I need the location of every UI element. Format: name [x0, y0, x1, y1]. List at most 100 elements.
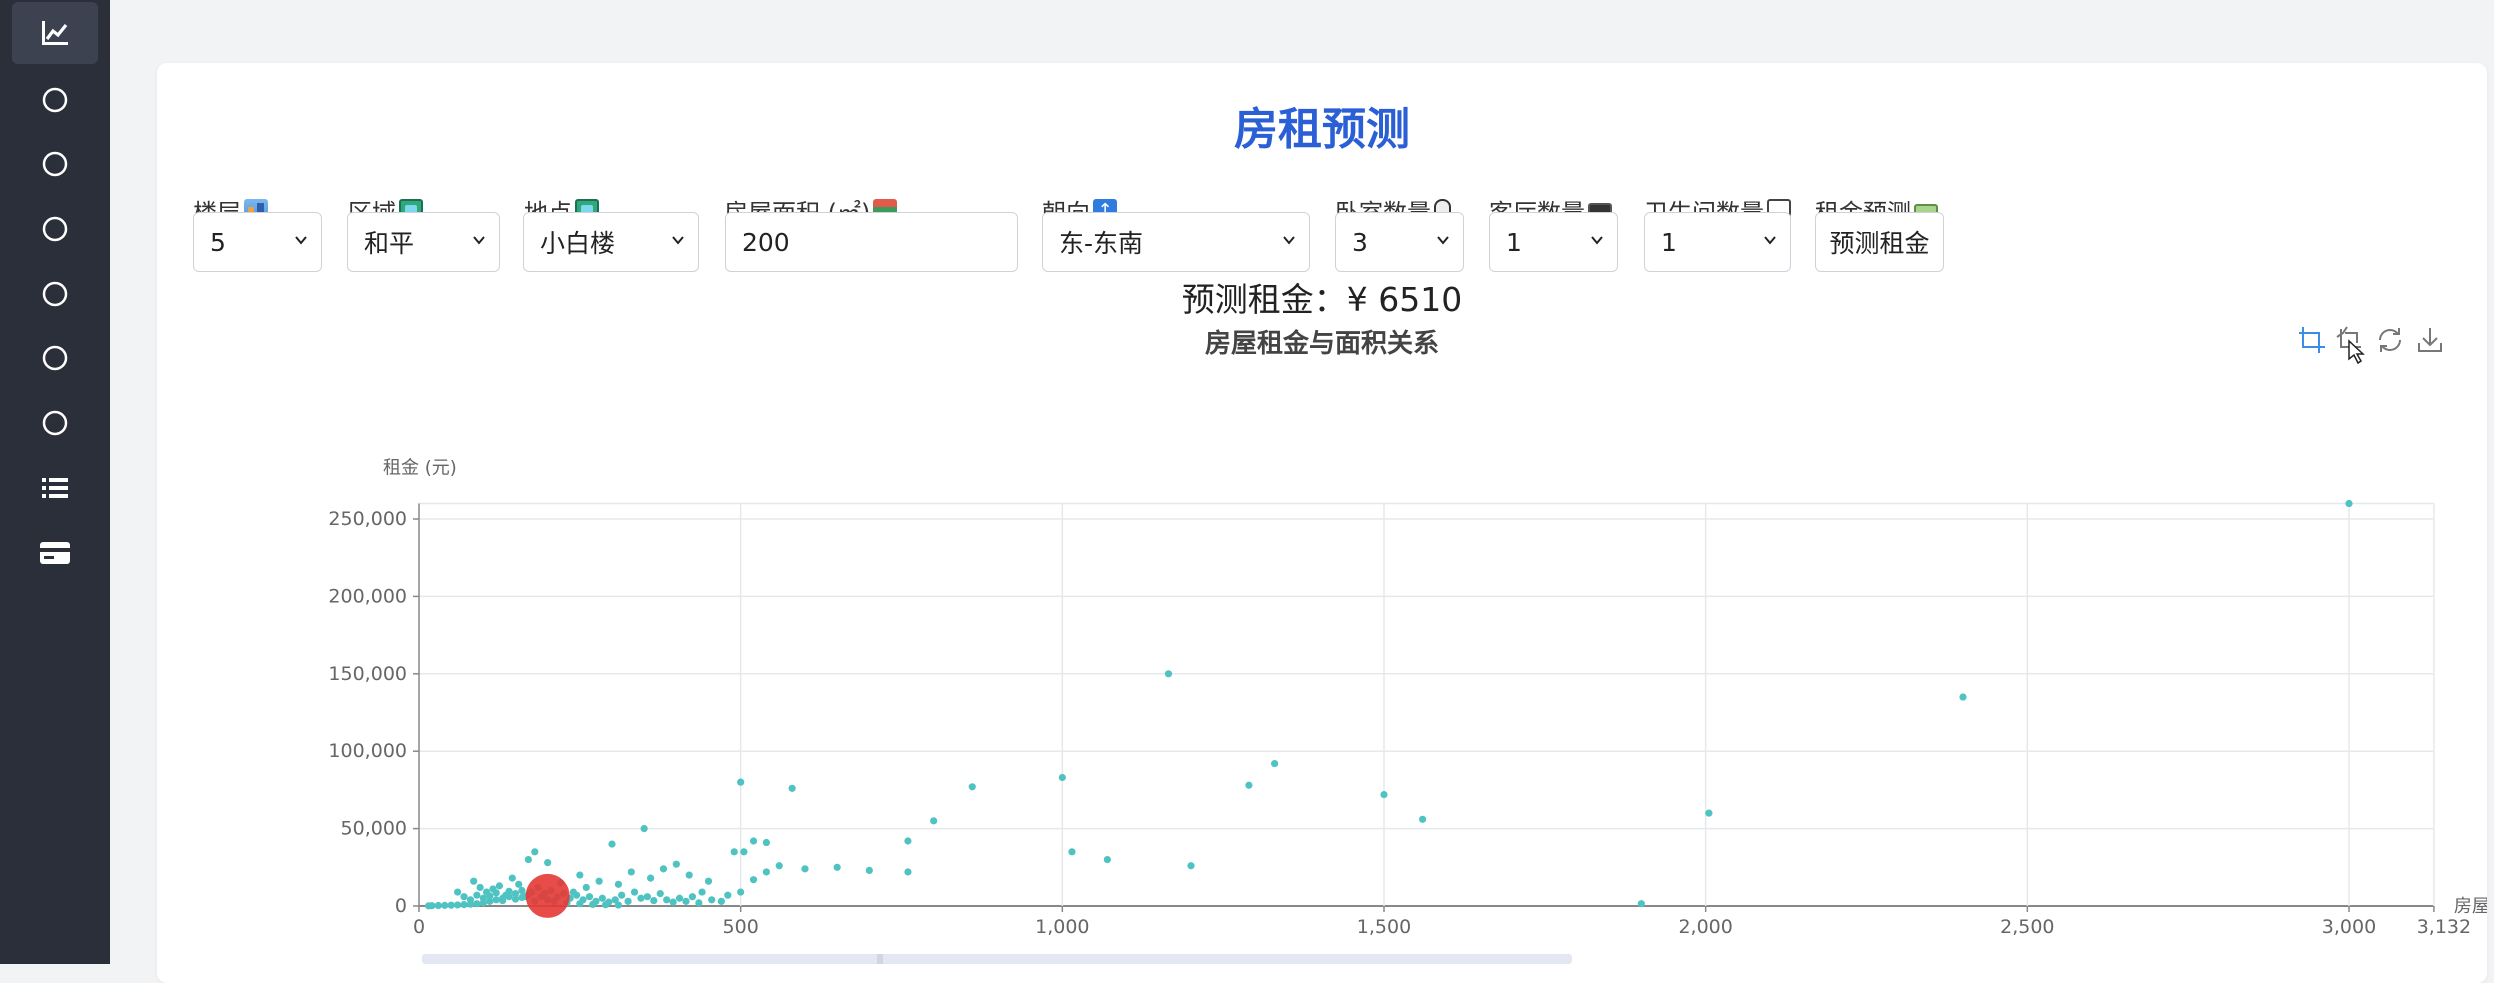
data-point[interactable] [724, 891, 732, 899]
data-point[interactable] [518, 893, 526, 902]
data-point[interactable] [630, 888, 639, 896]
data-point[interactable] [492, 896, 500, 904]
data-point[interactable] [675, 894, 684, 902]
data-point[interactable] [1271, 759, 1279, 768]
data-point[interactable] [479, 894, 487, 902]
data-point[interactable] [425, 902, 433, 910]
sidebar-item-6[interactable] [12, 327, 98, 389]
data-point[interactable] [672, 860, 680, 868]
data-point[interactable] [614, 901, 623, 909]
data-point[interactable] [441, 901, 449, 909]
data-point[interactable] [640, 825, 648, 833]
data-point[interactable] [524, 855, 532, 864]
data-point[interactable] [618, 891, 626, 899]
sidebar-item-chart[interactable] [12, 2, 98, 64]
data-point[interactable] [476, 883, 484, 892]
data-point[interactable] [659, 865, 668, 873]
predicted-point[interactable] [525, 873, 570, 918]
data-point[interactable] [470, 877, 478, 885]
data-point[interactable] [473, 891, 481, 899]
data-point[interactable] [749, 876, 758, 884]
data-point[interactable] [1419, 815, 1427, 823]
data-point[interactable] [1187, 862, 1195, 870]
data-point[interactable] [788, 784, 796, 792]
sidebar-item-7[interactable] [12, 392, 98, 454]
sidebar-item-4[interactable] [12, 198, 98, 260]
data-point[interactable] [737, 888, 745, 896]
data-point[interactable] [585, 893, 594, 901]
datazoom-slider[interactable] [422, 954, 1572, 964]
data-point[interactable] [434, 901, 442, 910]
data-point[interactable] [730, 848, 738, 856]
data-point[interactable] [762, 868, 771, 876]
data-point[interactable] [685, 871, 693, 879]
data-point[interactable] [544, 859, 552, 867]
data-point[interactable] [495, 882, 504, 890]
data-point[interactable] [737, 778, 745, 786]
data-point[interactable] [1068, 848, 1076, 856]
data-point[interactable] [515, 880, 523, 888]
data-point[interactable] [1103, 855, 1111, 864]
data-point[interactable] [637, 894, 645, 902]
data-point[interactable] [601, 901, 610, 909]
data-point[interactable] [1705, 809, 1713, 817]
data-point[interactable] [647, 874, 655, 882]
data-point[interactable] [447, 901, 455, 909]
data-point[interactable] [740, 848, 748, 856]
data-point[interactable] [608, 840, 616, 848]
data-point[interactable] [531, 848, 539, 856]
data-point[interactable] [492, 889, 500, 897]
data-point[interactable] [968, 783, 976, 791]
data-point[interactable] [708, 896, 716, 904]
data-point[interactable] [627, 868, 635, 876]
data-point[interactable] [801, 865, 809, 873]
data-point[interactable] [749, 837, 758, 845]
data-point[interactable] [486, 892, 494, 900]
data-point[interactable] [688, 893, 697, 901]
data-point[interactable] [473, 900, 481, 908]
data-point[interactable] [573, 891, 581, 899]
data-point[interactable] [595, 877, 603, 885]
data-point[interactable] [466, 896, 475, 904]
data-point[interactable] [1058, 773, 1066, 782]
data-point[interactable] [1959, 693, 1967, 701]
data-point[interactable] [582, 883, 590, 892]
data-point[interactable] [505, 887, 513, 895]
data-point[interactable] [589, 900, 597, 909]
data-point[interactable] [624, 897, 632, 905]
data-point[interactable] [865, 866, 873, 874]
data-point[interactable] [614, 880, 623, 888]
data-point[interactable] [454, 888, 462, 896]
sidebar-item-3[interactable] [12, 133, 98, 195]
data-point[interactable] [650, 896, 658, 905]
data-point[interactable] [904, 837, 912, 845]
data-point[interactable] [454, 901, 462, 909]
data-point[interactable] [1637, 900, 1645, 908]
data-point[interactable] [598, 894, 606, 902]
data-point[interactable] [717, 897, 725, 905]
data-point[interactable] [576, 871, 584, 879]
data-point[interactable] [643, 893, 651, 901]
data-point[interactable] [656, 890, 664, 898]
data-point[interactable] [698, 888, 706, 896]
data-point[interactable] [669, 898, 677, 906]
data-point[interactable] [1380, 790, 1388, 799]
datazoom-handle[interactable] [877, 954, 883, 964]
data-point[interactable] [762, 838, 771, 847]
data-point[interactable] [1164, 670, 1173, 678]
data-point[interactable] [695, 899, 703, 907]
data-point[interactable] [460, 901, 468, 909]
sidebar-item-2[interactable] [12, 69, 98, 131]
data-point[interactable] [663, 896, 671, 904]
data-point[interactable] [704, 877, 713, 885]
sidebar-item-card[interactable] [12, 522, 98, 584]
data-point[interactable] [518, 886, 526, 895]
data-point[interactable] [508, 874, 516, 882]
data-point[interactable] [460, 893, 468, 901]
data-point[interactable] [1245, 781, 1253, 789]
sidebar-item-5[interactable] [12, 263, 98, 325]
data-point[interactable] [775, 862, 783, 870]
sidebar-item-list[interactable] [12, 457, 98, 519]
data-point[interactable] [904, 868, 912, 876]
data-point[interactable] [511, 895, 520, 903]
